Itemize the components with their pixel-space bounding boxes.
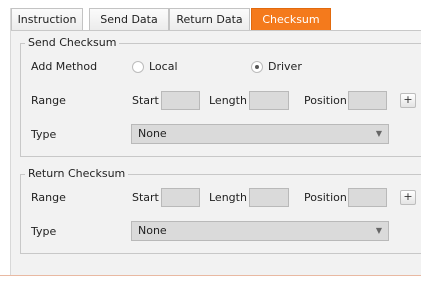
bottom-divider bbox=[0, 275, 421, 276]
send-start-field[interactable] bbox=[161, 91, 200, 110]
return-length-field[interactable] bbox=[249, 188, 289, 207]
send-checksum-title: Send Checksum bbox=[25, 36, 120, 50]
return-position-label: Position bbox=[304, 191, 347, 204]
send-position-label: Position bbox=[304, 94, 347, 107]
chevron-down-icon: ▼ bbox=[375, 129, 382, 138]
send-length-field[interactable] bbox=[249, 91, 289, 110]
checksum-panel: Instruction Send Data Return Data Checks… bbox=[10, 8, 421, 276]
return-range-label: Range bbox=[31, 191, 66, 204]
return-length-label: Length bbox=[209, 191, 247, 204]
send-start-label: Start bbox=[132, 94, 159, 107]
return-position-field[interactable] bbox=[348, 188, 387, 207]
send-type-select[interactable]: None ▼ bbox=[131, 124, 389, 144]
tab-send-data[interactable]: Send Data bbox=[89, 8, 169, 30]
return-start-field[interactable] bbox=[161, 188, 200, 207]
return-start-label: Start bbox=[132, 191, 159, 204]
send-checksum-group: Send Checksum Add Method Local Driver Ra… bbox=[20, 36, 421, 157]
chevron-down-icon: ▼ bbox=[375, 226, 382, 235]
driver-radio[interactable] bbox=[251, 61, 263, 73]
return-checksum-title: Return Checksum bbox=[25, 167, 129, 181]
send-range-label: Range bbox=[31, 94, 66, 107]
driver-radio-label[interactable]: Driver bbox=[268, 60, 302, 74]
return-type-label: Type bbox=[31, 225, 57, 238]
send-length-label: Length bbox=[209, 94, 247, 107]
plus-icon: + bbox=[403, 190, 413, 203]
return-add-button[interactable]: + bbox=[400, 190, 416, 205]
return-type-value: None bbox=[138, 224, 167, 237]
tab-checksum[interactable]: Checksum bbox=[251, 8, 331, 30]
send-type-label: Type bbox=[31, 128, 57, 141]
return-checksum-group: Return Checksum Range Start Length Posit… bbox=[20, 167, 421, 254]
send-add-button[interactable]: + bbox=[400, 93, 416, 108]
radio-selected-dot bbox=[255, 65, 259, 69]
plus-icon: + bbox=[403, 93, 413, 106]
add-method-label: Add Method bbox=[31, 60, 98, 73]
tab-bar: Instruction Send Data Return Data Checks… bbox=[11, 8, 421, 31]
local-radio-label[interactable]: Local bbox=[149, 60, 178, 74]
local-radio[interactable] bbox=[132, 61, 144, 73]
send-type-value: None bbox=[138, 127, 167, 140]
tab-instruction[interactable]: Instruction bbox=[11, 8, 83, 30]
send-position-field[interactable] bbox=[348, 91, 387, 110]
return-type-select[interactable]: None ▼ bbox=[131, 221, 389, 241]
tab-return-data[interactable]: Return Data bbox=[169, 8, 250, 30]
